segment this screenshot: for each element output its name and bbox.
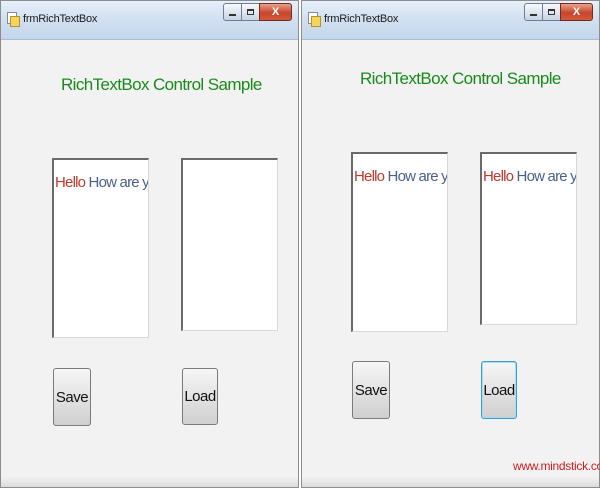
window-bottom-border xyxy=(302,475,599,487)
watermark-text: www.mindstick.com xyxy=(513,459,600,473)
close-button[interactable]: X xyxy=(560,3,593,21)
close-icon: X xyxy=(572,6,581,18)
body-text: How are you xyxy=(88,174,149,191)
app-icon xyxy=(308,12,321,27)
page-heading: RichTextBox Control Sample xyxy=(360,69,561,88)
minimize-icon xyxy=(530,14,537,16)
rich-text-box-target[interactable]: Hello How are you xyxy=(480,152,577,325)
close-button[interactable]: X xyxy=(259,3,292,21)
rich-text-box-target[interactable] xyxy=(181,158,278,331)
window-bottom-border xyxy=(1,475,298,487)
window-title: frmRichTextBox xyxy=(324,13,399,25)
caption-buttons: X xyxy=(223,3,292,23)
body-text: How are you xyxy=(387,168,448,185)
hello-text: Hello xyxy=(354,168,385,185)
form-window-after: frmRichTextBox X RichTextBox Control Sam… xyxy=(301,0,600,488)
rich-text-box-source[interactable]: Hello How are you xyxy=(351,152,448,332)
title-bar[interactable]: frmRichTextBox X xyxy=(302,1,599,40)
title-bar[interactable]: frmRichTextBox X xyxy=(1,1,298,40)
save-button[interactable]: Save xyxy=(53,368,91,426)
window-title: frmRichTextBox xyxy=(23,13,98,25)
minimize-button[interactable] xyxy=(223,3,242,21)
maximize-button[interactable] xyxy=(241,3,260,21)
maximize-button[interactable] xyxy=(542,3,561,21)
minimize-button[interactable] xyxy=(524,3,543,21)
load-button[interactable]: Load xyxy=(481,361,517,419)
save-button[interactable]: Save xyxy=(352,361,390,419)
app-icon xyxy=(7,12,20,27)
rich-text-box-source[interactable]: Hello How are you xyxy=(52,158,149,338)
close-icon: X xyxy=(271,6,280,18)
form-window-before: frmRichTextBox X RichTextBox Control Sam… xyxy=(0,0,299,488)
caption-buttons: X xyxy=(524,3,593,23)
body-text: How are you xyxy=(516,168,577,185)
maximize-icon xyxy=(548,9,555,15)
maximize-icon xyxy=(247,9,254,15)
hello-text: Hello xyxy=(55,174,86,191)
page-heading: RichTextBox Control Sample xyxy=(61,75,262,94)
minimize-icon xyxy=(229,14,236,16)
hello-text: Hello xyxy=(483,168,514,185)
load-button[interactable]: Load xyxy=(182,368,218,425)
